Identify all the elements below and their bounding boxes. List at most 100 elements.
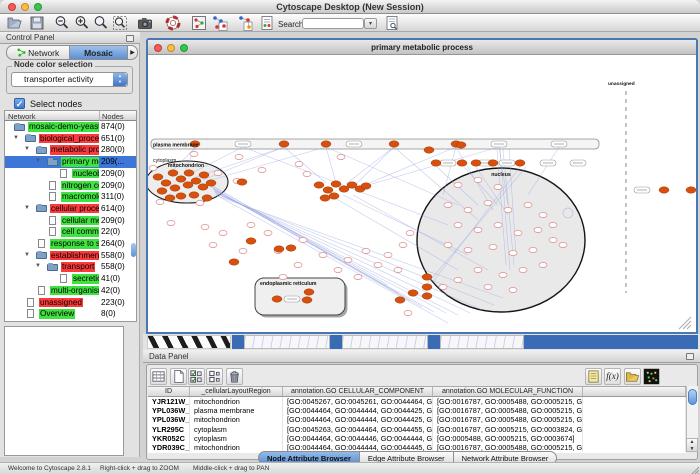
tree-column-network[interactable]: Network: [8, 112, 36, 121]
network-node-selected[interactable]: [206, 180, 216, 186]
network-node[interactable]: [454, 277, 462, 282]
network-node[interactable]: [514, 230, 522, 235]
resize-grip-icon[interactable]: [687, 325, 691, 329]
select-attributes-icon[interactable]: [188, 368, 205, 385]
network-overview-icon[interactable]: [191, 15, 207, 31]
network-node-selected[interactable]: [168, 170, 178, 176]
network-node-selected[interactable]: [457, 160, 467, 166]
table-row[interactable]: YKR052Ccytoplasm[GO:0044464, GO:0044446,…: [148, 434, 686, 443]
network-node[interactable]: [534, 227, 542, 232]
tree-row[interactable]: ▼establishment of lo558(0): [5, 250, 136, 262]
network-node[interactable]: [504, 207, 512, 212]
tree-expand-arrow-icon[interactable]: ▼: [35, 158, 41, 164]
compartment-nucleus[interactable]: [417, 168, 585, 312]
attribute-table-icon[interactable]: [150, 368, 167, 385]
tree-expand-arrow-icon[interactable]: ▼: [24, 146, 30, 152]
network-node[interactable]: [519, 267, 527, 272]
network-node[interactable]: [384, 252, 392, 257]
network-node[interactable]: [239, 248, 247, 253]
zoom-selected-icon[interactable]: [93, 15, 109, 31]
tree-row[interactable]: cell communicat22(0): [5, 226, 136, 238]
network-node[interactable]: [549, 237, 557, 242]
network-node[interactable]: [539, 212, 547, 217]
network-node-selected[interactable]: [302, 297, 312, 303]
network-node[interactable]: [474, 177, 482, 182]
network-node[interactable]: [235, 154, 243, 159]
attribute-table[interactable]: YJR121W__1mitochondrion[GO:0045267, GO:0…: [148, 397, 686, 453]
tree-row[interactable]: macromolecule311(0): [5, 191, 136, 203]
network-node-selected[interactable]: [331, 181, 341, 187]
background-window-thumbnail[interactable]: [244, 335, 330, 349]
network-node[interactable]: [354, 274, 362, 279]
float-panel-icon[interactable]: [686, 353, 694, 360]
network-node-selected[interactable]: [424, 147, 434, 153]
table-row[interactable]: YJR121W__1mitochondrion[GO:0045267, GO:0…: [148, 397, 686, 406]
tree-row[interactable]: multi-organism pro42(0): [5, 285, 136, 297]
help-ring-icon[interactable]: [165, 15, 181, 31]
network-node[interactable]: [464, 247, 472, 252]
network-canvas[interactable]: endoplasmic reticulumplasma membranecyto…: [148, 55, 696, 332]
network-node-selected[interactable]: [389, 141, 399, 147]
network-node[interactable]: [494, 222, 502, 227]
node-color-dropdown[interactable]: transporter activity ▲▼: [11, 72, 128, 87]
network-node-selected[interactable]: [304, 289, 314, 295]
network-node-selected[interactable]: [361, 183, 371, 189]
network-node[interactable]: [149, 165, 157, 170]
network-node-selected[interactable]: [237, 179, 247, 185]
network-node[interactable]: [549, 222, 557, 227]
network-node[interactable]: [406, 230, 414, 235]
network-node-selected[interactable]: [321, 141, 331, 147]
table-column-header[interactable]: annotation.GO CELLULAR_COMPONENT: [283, 387, 433, 396]
vizmapper-icon[interactable]: [259, 15, 275, 31]
network-node[interactable]: [344, 257, 352, 262]
table-column-header[interactable]: ID: [148, 387, 190, 396]
network-node-selected[interactable]: [456, 142, 466, 148]
network-node[interactable]: [209, 242, 217, 247]
background-window-thumbnail[interactable]: [440, 335, 524, 349]
network-node-selected[interactable]: [329, 193, 339, 199]
zoom-in-icon[interactable]: [74, 15, 90, 31]
network-node[interactable]: [454, 182, 462, 187]
network-node-selected[interactable]: [184, 170, 194, 176]
network-node[interactable]: [524, 202, 532, 207]
network-node[interactable]: [156, 199, 164, 204]
network-node-selected[interactable]: [165, 195, 175, 201]
attribute-table-header[interactable]: ID_cellularLayoutRegionannotation.GO CEL…: [148, 386, 686, 397]
network-node[interactable]: [196, 200, 204, 205]
tree-row[interactable]: secretion41(0): [5, 273, 136, 285]
attribute-matrix-icon[interactable]: [643, 368, 660, 385]
network-node-selected[interactable]: [431, 160, 441, 166]
table-column-header[interactable]: [583, 387, 686, 396]
network-node-selected[interactable]: [408, 290, 418, 296]
network-node-selected[interactable]: [659, 187, 669, 193]
network-node[interactable]: [264, 230, 272, 235]
network-node-selected[interactable]: [422, 274, 432, 280]
table-column-header[interactable]: annotation.GO MOLECULAR_FUNCTION: [433, 387, 583, 396]
network-node-selected[interactable]: [229, 259, 239, 265]
tree-row[interactable]: unassigned223(0): [5, 297, 136, 309]
tree-row[interactable]: ▼metabolic process280(0): [5, 144, 136, 156]
network-node-selected[interactable]: [274, 246, 284, 252]
tree-row[interactable]: ▼primary metabo209(...: [5, 156, 136, 168]
network-node[interactable]: [404, 310, 412, 315]
network-node[interactable]: [295, 161, 303, 166]
tree-expand-arrow-icon[interactable]: ▼: [35, 263, 41, 269]
table-scrollbar-thumb[interactable]: [688, 389, 697, 405]
tree-row[interactable]: cellular metabo209(0): [5, 215, 136, 227]
network-node[interactable]: [258, 167, 266, 172]
delete-attribute-icon[interactable]: [226, 368, 243, 385]
float-panel-icon[interactable]: [126, 35, 134, 42]
tree-expand-arrow-icon[interactable]: ▼: [24, 205, 30, 211]
network-node[interactable]: [539, 262, 547, 267]
network-node-selected[interactable]: [686, 187, 696, 193]
tree-row[interactable]: nitrogen compo209(0): [5, 180, 136, 192]
network-node[interactable]: [279, 274, 287, 279]
tree-column-nodes[interactable]: Nodes: [102, 112, 124, 121]
tree-row[interactable]: ▼transport558(0): [5, 261, 136, 273]
compartment-plasma-membrane[interactable]: [151, 139, 599, 149]
network-node[interactable]: [559, 242, 567, 247]
network-node[interactable]: [454, 222, 462, 227]
network-node[interactable]: [484, 284, 492, 289]
search-options-icon[interactable]: [384, 15, 400, 31]
network-node-selected[interactable]: [153, 174, 163, 180]
